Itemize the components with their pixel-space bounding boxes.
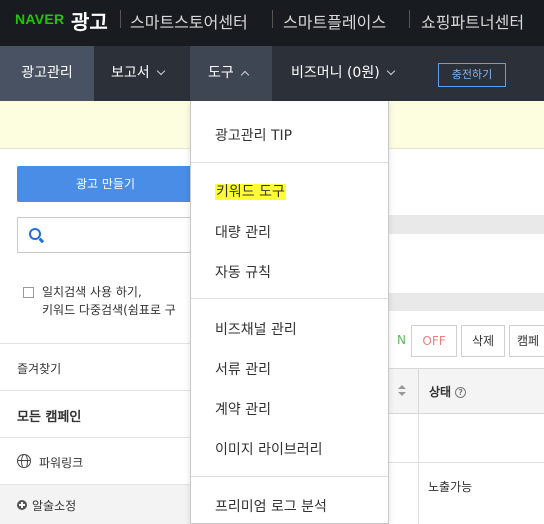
- divider: [272, 10, 273, 28]
- create-ad-button[interactable]: 광고 만들기: [17, 166, 194, 202]
- keyword-tool-label: 키워드 도구: [215, 184, 286, 200]
- menu-item-documents[interactable]: 서류 관리: [215, 359, 271, 379]
- exact-match-checkbox[interactable]: [23, 287, 34, 298]
- alarm-label: 알술소정: [32, 499, 77, 513]
- chevron-down-icon: [156, 66, 165, 76]
- menu-item-keyword-tool[interactable]: 키워드 도구: [215, 181, 286, 201]
- shopping-partner-link[interactable]: 쇼핑파트너센터: [421, 9, 524, 33]
- sort-icon[interactable]: [398, 385, 406, 397]
- menu-divider: [191, 298, 388, 299]
- column-divider: [418, 414, 419, 524]
- multi-keyword-label: 키워드 다중검색(쉼표로 구: [42, 303, 176, 317]
- divider: [409, 10, 410, 28]
- powerlink-label: 파워링크: [39, 456, 84, 470]
- main-nav: 광고관리 보고서 도구 비즈머니 (0원) 충전하기: [0, 46, 544, 101]
- nav-report[interactable]: 보고서: [111, 46, 165, 101]
- nav-tools-label: 도구: [208, 65, 234, 81]
- plus-circle-icon: [17, 500, 27, 510]
- favorites-label: 즐겨찾기: [17, 362, 62, 376]
- all-campaigns-row[interactable]: 모든 캠페인: [0, 390, 191, 437]
- search-input[interactable]: [17, 217, 194, 253]
- divider: [120, 10, 121, 28]
- table-header: 상태?: [388, 368, 544, 415]
- all-campaigns-label: 모든 캠페인: [17, 410, 82, 425]
- nav-tools[interactable]: 도구: [190, 46, 272, 101]
- ad-logo[interactable]: 광고: [71, 6, 108, 35]
- menu-item-auto-rules[interactable]: 자동 규칙: [215, 262, 271, 282]
- menu-item-bizchannel[interactable]: 비즈채널 관리: [215, 319, 297, 339]
- chevron-down-icon: [386, 66, 395, 76]
- help-icon[interactable]: ?: [455, 387, 467, 398]
- menu-item-ad-tip[interactable]: 광고관리 TIP: [215, 125, 292, 145]
- menu-divider: [191, 476, 388, 477]
- search-icon[interactable]: [29, 228, 41, 240]
- row-divider: [388, 462, 544, 463]
- alarm-row[interactable]: 알술소정: [0, 484, 191, 524]
- nav-bizmoney[interactable]: 비즈머니 (0원): [291, 46, 395, 101]
- delete-button[interactable]: 삭제: [461, 325, 505, 357]
- chevron-up-icon: [240, 70, 250, 80]
- off-button[interactable]: OFF: [411, 325, 457, 357]
- status-column-header: 상태?: [429, 383, 467, 400]
- menu-item-contracts[interactable]: 계약 관리: [215, 399, 271, 419]
- favorites-row[interactable]: 즐겨찾기: [0, 343, 191, 390]
- campaign-button[interactable]: 캠페: [509, 325, 544, 357]
- charge-button[interactable]: 충전하기: [438, 63, 506, 87]
- column-divider: [418, 369, 419, 415]
- smartstore-link[interactable]: 스마트스토어센터: [130, 9, 248, 33]
- globe-icon: [17, 454, 31, 468]
- nav-ad-manage[interactable]: 광고관리: [0, 46, 94, 101]
- section-strip: [388, 215, 544, 234]
- brand-bar: NAVER 광고 스마트스토어센터 스마트플레이스 쇼핑파트너센터: [0, 0, 544, 46]
- nav-ad-manage-label: 광고관리: [21, 65, 73, 81]
- menu-item-premium-log[interactable]: 프리미엄 로그 분석: [215, 496, 327, 516]
- status-value: 노출가능: [428, 480, 473, 494]
- nav-report-label: 보고서: [111, 65, 150, 81]
- naver-logo[interactable]: NAVER: [15, 11, 64, 27]
- menu-item-bulk-manage[interactable]: 대량 관리: [215, 222, 271, 242]
- tools-dropdown-menu: 광고관리 TIP 키워드 도구 대량 관리 자동 규칙 비즈채널 관리 서류 관…: [190, 101, 389, 524]
- menu-item-image-library[interactable]: 이미지 라이브러리: [215, 439, 323, 459]
- status-column-label: 상태: [429, 385, 452, 399]
- smartplace-link[interactable]: 스마트플레이스: [283, 9, 386, 33]
- exact-match-label: 일치검색 사용 하기,: [42, 285, 142, 299]
- section-strip: [388, 293, 544, 311]
- menu-divider: [191, 162, 388, 163]
- powerlink-row[interactable]: 파워링크: [0, 437, 191, 484]
- nav-bizmoney-label: 비즈머니 (0원): [291, 65, 380, 81]
